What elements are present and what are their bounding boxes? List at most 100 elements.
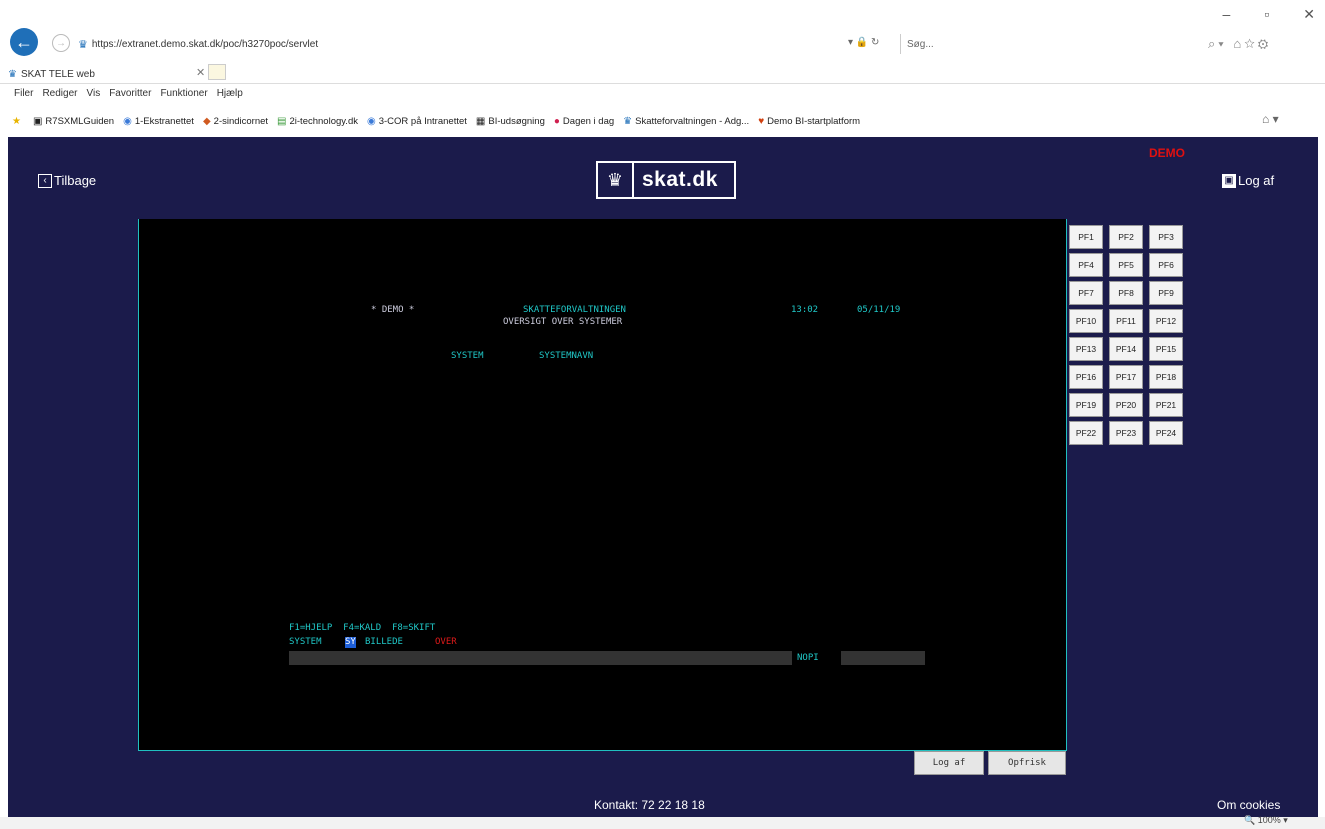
- favorite-item[interactable]: ♛ Skatteforvaltningen - Adg...: [623, 116, 749, 127]
- menu-filer[interactable]: Filer: [14, 88, 33, 106]
- screen-subtitle: OVERSIGT OVER SYSTEMER: [503, 317, 623, 327]
- agency-name: SKATTEFORVALTNINGEN: [523, 305, 626, 315]
- new-tab-button[interactable]: [208, 64, 226, 80]
- date: 05/11/19: [857, 305, 901, 315]
- pf23-button[interactable]: PF23: [1109, 421, 1143, 445]
- pf19-button[interactable]: PF19: [1069, 393, 1103, 417]
- favorite-item[interactable]: ◉ 3-COR på Intranettet: [367, 116, 467, 127]
- pf2-button[interactable]: PF2: [1109, 225, 1143, 249]
- favorite-icon: ♥: [758, 115, 765, 127]
- pf9-button[interactable]: PF9: [1149, 281, 1183, 305]
- pf24-button[interactable]: PF24: [1149, 421, 1183, 445]
- pf3-button[interactable]: PF3: [1149, 225, 1183, 249]
- terminal-screen[interactable]: * DEMO * SKATTEFORVALTNINGEN 13:02 05/11…: [138, 219, 1067, 751]
- favorite-item[interactable]: ◆ 2-sindicornet: [203, 116, 268, 127]
- pf10-button[interactable]: PF10: [1069, 309, 1103, 333]
- search-input[interactable]: Søg...: [900, 34, 1200, 54]
- favorite-label: 2-sindicornet: [213, 115, 269, 127]
- pf22-button[interactable]: PF22: [1069, 421, 1103, 445]
- time: 13:02: [791, 305, 819, 315]
- pf1-button[interactable]: PF1: [1069, 225, 1103, 249]
- favorite-item[interactable]: ◉ 1-Ekstranettet: [123, 116, 194, 127]
- favorite-label: 2i-technology.dk: [289, 115, 358, 127]
- home-page-icon[interactable]: ⌂ ▾: [1262, 112, 1279, 126]
- logout-button[interactable]: Log af: [914, 751, 984, 775]
- back-link[interactable]: ‹ Tilbage: [38, 173, 96, 188]
- zoom-level[interactable]: 🔍 100% ▾: [1244, 815, 1288, 826]
- column-header-systemnavn: SYSTEMNAVN: [539, 351, 594, 361]
- logout-link[interactable]: ▣ Log af: [1222, 173, 1274, 188]
- crown-icon: ♛: [598, 163, 634, 197]
- site-favicon-icon: ♛: [78, 38, 88, 51]
- favorite-icon: ◉: [123, 115, 132, 127]
- browser-forward-icon[interactable]: →: [52, 34, 70, 52]
- zoom-icon: 🔍: [1244, 815, 1256, 825]
- restore-icon[interactable]: ▫: [1264, 6, 1269, 23]
- function-keys-line: F1=HJELP F4=KALD F8=SKIFT: [289, 623, 436, 633]
- close-window-icon[interactable]: ✕: [1303, 6, 1315, 23]
- browser-tools-icons[interactable]: ⌕▾ ⌂☆⚙: [1208, 36, 1271, 52]
- pf21-button[interactable]: PF21: [1149, 393, 1183, 417]
- cookies-link[interactable]: Om cookies: [1217, 798, 1280, 812]
- pf14-button[interactable]: PF14: [1109, 337, 1143, 361]
- pf13-button[interactable]: PF13: [1069, 337, 1103, 361]
- pf15-button[interactable]: PF15: [1149, 337, 1183, 361]
- favorite-label: R7SXMLGuiden: [45, 115, 115, 127]
- menu-funktioner[interactable]: Funktioner: [160, 88, 207, 106]
- favorite-item[interactable]: ▣ R7SXMLGuiden: [33, 116, 114, 127]
- favorite-icon: ◉: [366, 115, 376, 127]
- refresh-button[interactable]: Opfrisk: [988, 751, 1066, 775]
- minimize-icon[interactable]: –: [1223, 6, 1231, 23]
- nopi-label: NOPI: [797, 653, 819, 663]
- favorite-label: 3-COR på Intranettet: [378, 115, 467, 127]
- pf4-button[interactable]: PF4: [1069, 253, 1103, 277]
- prompt-billede-label: BILLEDE: [365, 637, 403, 647]
- favorite-item[interactable]: ▤ 2i-technology.dk: [277, 116, 358, 127]
- pf5-button[interactable]: PF5: [1109, 253, 1143, 277]
- nopi-input[interactable]: [841, 651, 925, 665]
- menu-favoritter[interactable]: Favoritter: [109, 88, 151, 106]
- pf7-button[interactable]: PF7: [1069, 281, 1103, 305]
- pf11-button[interactable]: PF11: [1109, 309, 1143, 333]
- pf17-button[interactable]: PF17: [1109, 365, 1143, 389]
- tab-close-icon[interactable]: ✕: [196, 66, 205, 79]
- favorite-item[interactable]: ▦ BI-udsøgning: [476, 116, 545, 127]
- system-input[interactable]: SY: [345, 637, 356, 648]
- pf6-button[interactable]: PF6: [1149, 253, 1183, 277]
- favorite-icon: ●: [553, 115, 560, 127]
- favorite-item[interactable]: ♥ Demo BI-startplatform: [758, 116, 860, 127]
- pf16-button[interactable]: PF16: [1069, 365, 1103, 389]
- window-controls: – ▫ ✕: [1223, 6, 1316, 23]
- menu-hjaelp[interactable]: Hjælp: [217, 88, 243, 106]
- tab-bar: ♛ SKAT TELE web ✕: [0, 62, 1325, 84]
- tab-title: SKAT TELE web: [20, 68, 95, 80]
- page-content: ‹ Tilbage ♛ skat.dk DEMO ▣ Log af * DEMO…: [8, 137, 1318, 817]
- tab-favicon-icon: ♛: [8, 68, 17, 80]
- favorite-label: Dagen i dag: [562, 115, 615, 127]
- command-input[interactable]: [289, 651, 792, 665]
- browser-back-icon[interactable]: ←: [10, 28, 38, 56]
- pf20-button[interactable]: PF20: [1109, 393, 1143, 417]
- tab-active[interactable]: ♛ SKAT TELE web: [8, 64, 216, 84]
- menu-rediger[interactable]: Rediger: [42, 88, 77, 106]
- logout-label: Log af: [1238, 173, 1275, 188]
- pf18-button[interactable]: PF18: [1149, 365, 1183, 389]
- contact-text: Kontakt: 72 22 18 18: [594, 798, 705, 812]
- address-url[interactable]: https://extranet.demo.skat.dk/poc/h3270p…: [92, 39, 318, 50]
- prompt-system-label: SYSTEM: [289, 637, 322, 647]
- address-tools-icon[interactable]: ▾ 🔒 ↻: [848, 37, 879, 48]
- favorite-item[interactable]: ● Dagen i dag: [554, 116, 614, 127]
- menu-vis[interactable]: Vis: [86, 88, 100, 106]
- favorite-label: BI-udsøgning: [488, 115, 545, 127]
- billede-input[interactable]: OVER: [435, 637, 457, 648]
- pf8-button[interactable]: PF8: [1109, 281, 1143, 305]
- skat-logo: ♛ skat.dk: [596, 161, 736, 199]
- favorite-icon: ◆: [202, 115, 211, 127]
- browser-titlebar: ← → ♛ https://extranet.demo.skat.dk/poc/…: [0, 0, 1325, 62]
- demo-badge: DEMO: [1149, 146, 1185, 160]
- favorite-label: 1-Ekstranettet: [134, 115, 194, 127]
- pf12-button[interactable]: PF12: [1149, 309, 1183, 333]
- favorite-icon: ▦: [475, 115, 486, 127]
- favorite-icon: ▤: [277, 115, 287, 127]
- favorites-star-icon[interactable]: ★: [12, 116, 24, 127]
